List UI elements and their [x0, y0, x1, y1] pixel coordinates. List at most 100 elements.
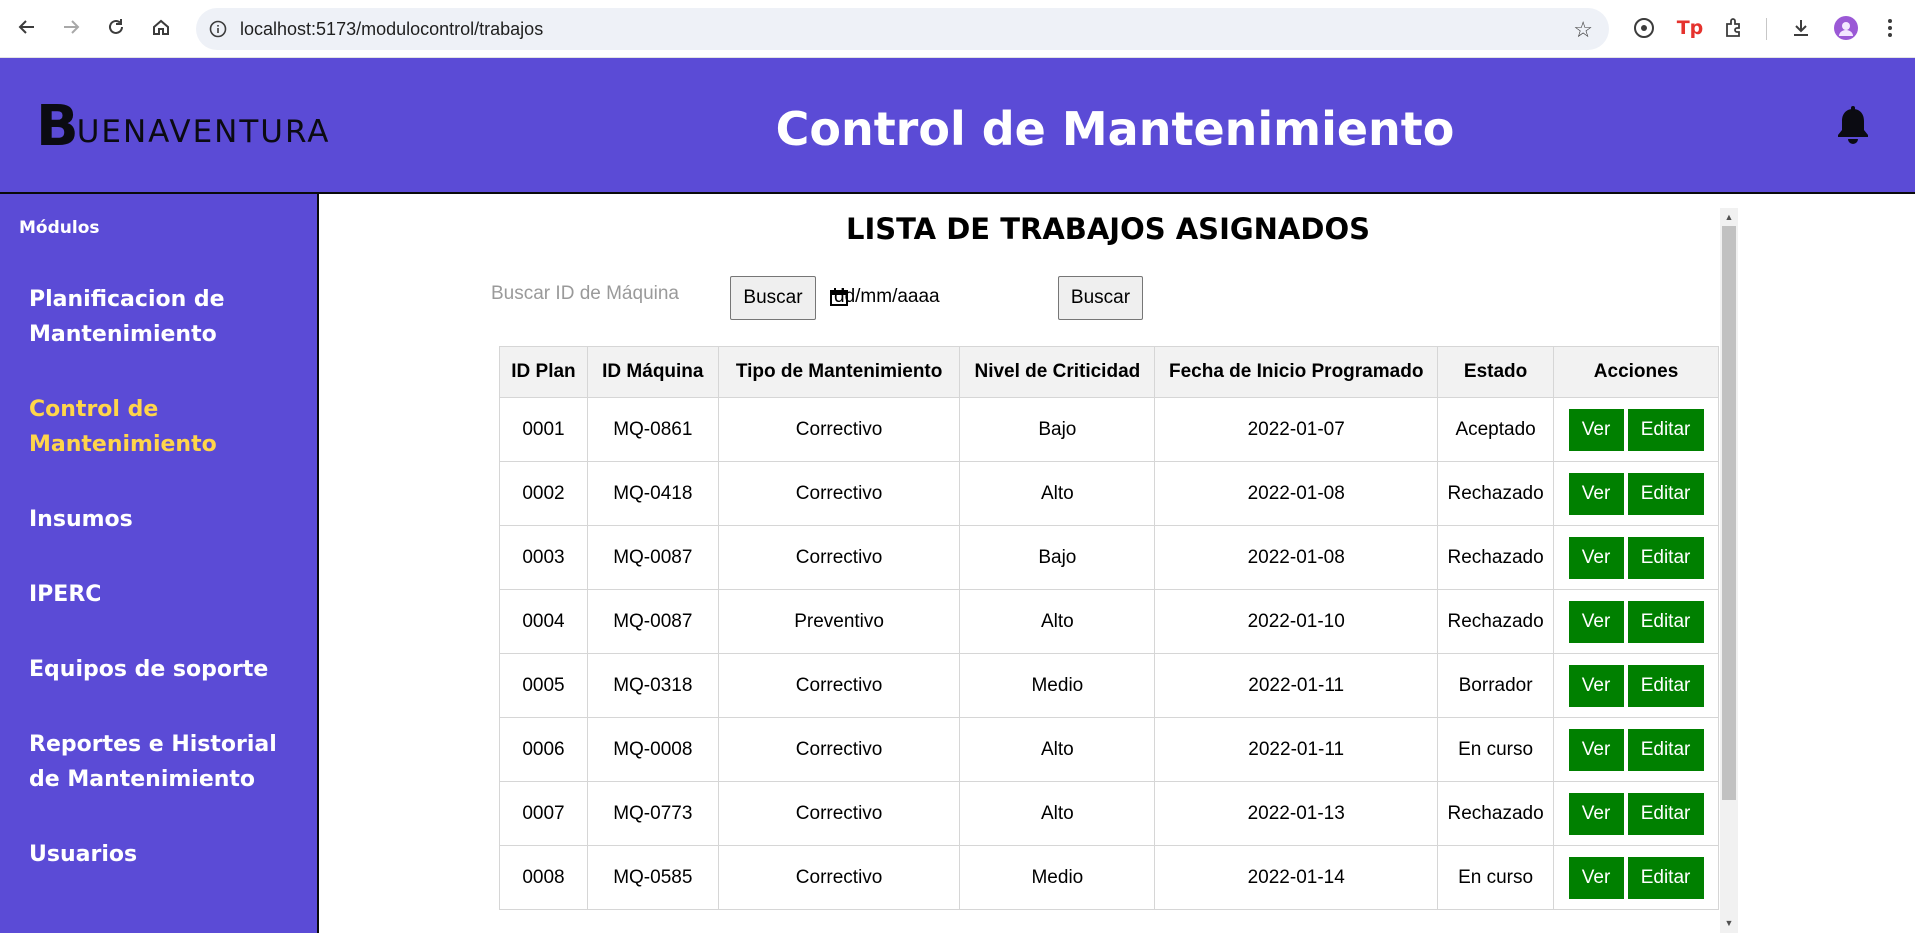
cell-acciones: Ver Editar [1553, 461, 1719, 526]
table-row: 0001 MQ-0861 Correctivo Bajo 2022-01-07 Acept… [499, 397, 1719, 462]
cell-acciones: Ver Editar [1553, 525, 1719, 590]
cell-id-maquina: MQ-0008 [586, 717, 719, 782]
url-text[interactable]: localhost:5173/modulocontrol/trabajos [240, 19, 543, 40]
col-acciones: Acciones [1553, 346, 1719, 398]
browser-toolbar: localhost:5173/modulocontrol/trabajos ☆ … [0, 0, 1915, 58]
cell-id-plan: 0004 [499, 589, 588, 654]
home-icon[interactable] [146, 12, 176, 42]
back-icon[interactable] [12, 12, 42, 42]
scroll-up-icon[interactable]: ▲ [1724, 212, 1734, 222]
cell-criticidad: Alto [959, 717, 1156, 782]
cell-criticidad: Alto [959, 781, 1156, 846]
profile-avatar[interactable] [1832, 14, 1860, 42]
col-estado: Estado [1437, 346, 1555, 398]
cell-id-maquina: MQ-0087 [586, 525, 719, 590]
scroll-down-icon[interactable]: ▼ [1724, 918, 1734, 928]
cell-estado: Borrador [1437, 653, 1555, 718]
cell-tipo: Correctivo [717, 461, 961, 526]
sidebar-heading: Módulos [19, 218, 100, 238]
cell-estado: Rechazado [1437, 781, 1555, 846]
view-button[interactable]: Ver [1568, 664, 1624, 707]
edit-button[interactable]: Editar [1627, 600, 1704, 643]
edit-button[interactable]: Editar [1627, 728, 1704, 771]
sidebar: Módulos Planificacion de Mantenimiento C… [0, 194, 319, 933]
edit-button[interactable]: Editar [1627, 792, 1704, 835]
cell-id-plan: 0005 [499, 653, 588, 718]
cell-acciones: Ver Editar [1553, 397, 1719, 462]
calendar-icon[interactable] [829, 287, 849, 307]
col-criticidad: Nivel de Criticidad [959, 346, 1156, 398]
edit-button[interactable]: Editar [1627, 472, 1704, 515]
bookmark-star-icon[interactable]: ☆ [1573, 17, 1593, 43]
cell-criticidad: Alto [959, 461, 1156, 526]
date-search-button[interactable]: Buscar [1058, 276, 1143, 320]
cell-criticidad: Medio [959, 653, 1156, 718]
cell-id-maquina: MQ-0318 [586, 653, 719, 718]
cell-estado: Rechazado [1437, 461, 1555, 526]
edit-button[interactable]: Editar [1627, 536, 1704, 579]
cell-id-plan: 0008 [499, 845, 588, 910]
sidebar-item-usuarios[interactable]: Usuarios [29, 837, 299, 872]
edit-button[interactable]: Editar [1627, 664, 1704, 707]
cell-criticidad: Bajo [959, 397, 1156, 462]
toolbar-divider [1766, 18, 1767, 40]
cell-acciones: Ver Editar [1553, 653, 1719, 718]
cell-criticidad: Alto [959, 589, 1156, 654]
cell-id-maquina: MQ-0861 [586, 397, 719, 462]
cell-id-maquina: MQ-0773 [586, 781, 719, 846]
cell-tipo: Correctivo [717, 525, 961, 590]
col-id-maquina: ID Máquina [586, 346, 719, 398]
cell-criticidad: Medio [959, 845, 1156, 910]
scroll-thumb[interactable] [1722, 226, 1736, 800]
reload-icon[interactable] [101, 12, 131, 42]
download-icon[interactable] [1787, 14, 1815, 42]
cell-estado: En curso [1437, 845, 1555, 910]
view-button[interactable]: Ver [1568, 792, 1624, 835]
sidebar-item-insumos[interactable]: Insumos [29, 502, 299, 537]
cell-estado: Rechazado [1437, 525, 1555, 590]
view-button[interactable]: Ver [1568, 536, 1624, 579]
edit-button[interactable]: Editar [1627, 408, 1704, 451]
machine-search-button[interactable]: Buscar [730, 276, 816, 320]
scrollbar[interactable]: ▲ ▼ [1720, 208, 1738, 933]
view-button[interactable]: Ver [1568, 472, 1624, 515]
date-filter-input[interactable]: dd/mm/aaaa [834, 282, 1064, 316]
col-fecha: Fecha de Inicio Programado [1154, 346, 1439, 398]
cell-acciones: Ver Editar [1553, 589, 1719, 654]
cell-tipo: Correctivo [717, 397, 961, 462]
cell-tipo: Correctivo [717, 653, 961, 718]
address-bar[interactable]: localhost:5173/modulocontrol/trabajos ☆ [196, 8, 1609, 50]
view-button[interactable]: Ver [1568, 728, 1624, 771]
cell-tipo: Correctivo [717, 717, 961, 782]
sidebar-item-reportes[interactable]: Reportes e Historial de Mantenimiento [29, 727, 299, 797]
view-button[interactable]: Ver [1568, 408, 1624, 451]
menu-kebab-icon[interactable] [1876, 14, 1904, 42]
extensions-puzzle-icon[interactable] [1720, 14, 1748, 42]
cell-id-plan: 0006 [499, 717, 588, 782]
cell-fecha: 2022-01-10 [1154, 589, 1439, 654]
extension-icon[interactable] [1630, 14, 1658, 42]
cell-tipo: Preventivo [717, 589, 961, 654]
tp-extension-icon[interactable]: Tp [1676, 14, 1704, 42]
notification-bell-icon[interactable] [1836, 106, 1870, 146]
machine-search-input[interactable] [491, 276, 691, 312]
cell-fecha: 2022-01-11 [1154, 717, 1439, 782]
col-tipo: Tipo de Mantenimiento [717, 346, 961, 398]
table-row: 0003 MQ-0087 Correctivo Bajo 2022-01-08 Recha… [499, 525, 1719, 590]
view-button[interactable]: Ver [1568, 600, 1624, 643]
forward-icon[interactable] [56, 12, 86, 42]
table-row: 0005 MQ-0318 Correctivo Medio 2022-01-11 Borr… [499, 653, 1719, 718]
cell-id-maquina: MQ-0418 [586, 461, 719, 526]
col-id-plan: ID Plan [499, 346, 588, 398]
edit-button[interactable]: Editar [1627, 856, 1704, 899]
sidebar-item-planificacion[interactable]: Planificacion de Mantenimiento [29, 282, 299, 352]
view-button[interactable]: Ver [1568, 856, 1624, 899]
sidebar-item-control[interactable]: Control de Mantenimiento [29, 392, 299, 462]
main-content: LISTA DE TRABAJOS ASIGNADOS Buscar dd/mm… [321, 194, 1915, 933]
sidebar-item-equipos[interactable]: Equipos de soporte [29, 652, 299, 687]
table-row: 0008 MQ-0585 Correctivo Medio 2022-01-14 En c… [499, 845, 1719, 910]
cell-acciones: Ver Editar [1553, 781, 1719, 846]
site-info-icon[interactable] [206, 17, 230, 41]
cell-tipo: Correctivo [717, 845, 961, 910]
sidebar-item-iperc[interactable]: IPERC [29, 577, 299, 612]
